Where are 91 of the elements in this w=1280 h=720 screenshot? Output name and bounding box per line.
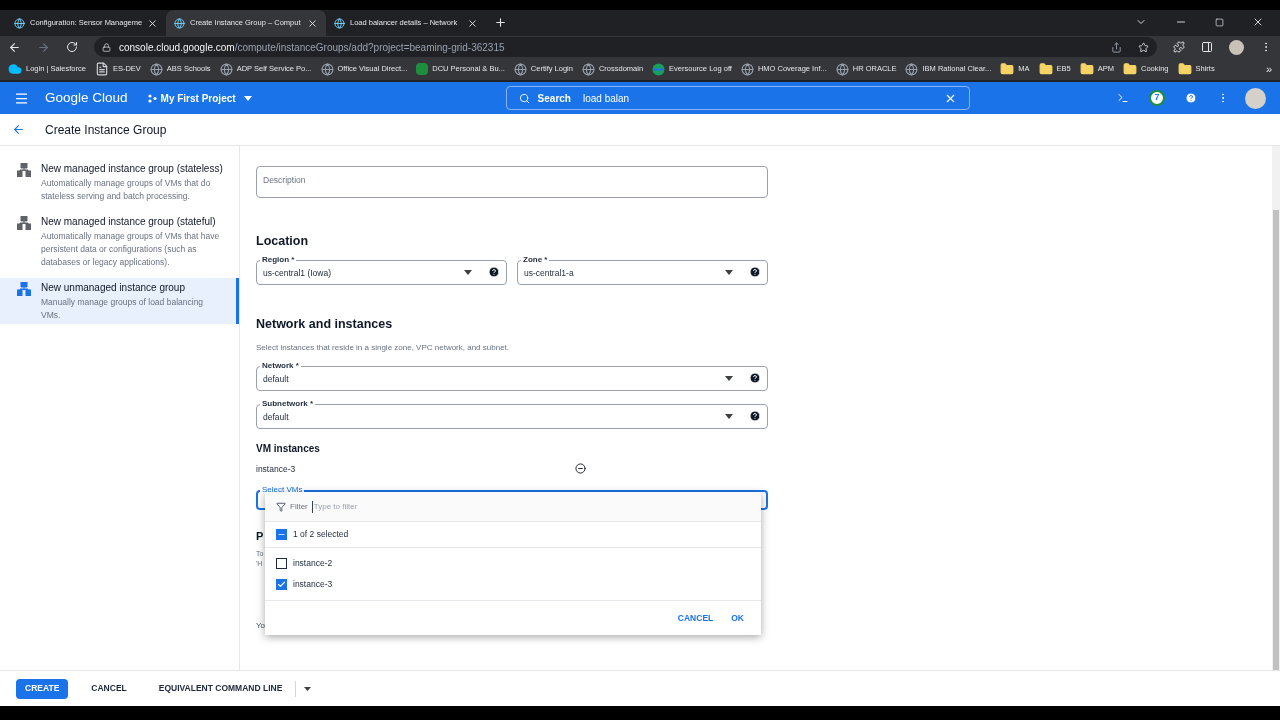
item-description: Automatically manage groups of VMs that have persistent data or configurations (such as databases or legacy applications). bbox=[41, 230, 221, 269]
remove-icon[interactable] bbox=[575, 463, 586, 475]
brand-logo[interactable]: Google Cloud bbox=[45, 87, 128, 109]
dropdown-arrow-icon bbox=[725, 269, 733, 275]
letter-icon bbox=[416, 63, 429, 75]
footer-button[interactable]: EQUIVALENT COMMAND LINE bbox=[149, 678, 292, 699]
search-icon bbox=[518, 92, 530, 104]
stripes-icon bbox=[652, 62, 666, 76]
vm-option[interactable]: instance-3 bbox=[265, 574, 761, 595]
account-avatar[interactable] bbox=[1245, 87, 1266, 109]
back-icon[interactable] bbox=[12, 123, 25, 136]
close-icon[interactable] bbox=[147, 17, 159, 29]
instance-group-icon bbox=[17, 163, 31, 177]
footer-button[interactable]: CANCEL bbox=[82, 678, 136, 699]
item-description: Manually manage groups of load balancing VMs. bbox=[41, 296, 205, 322]
dropdown-arrow-icon bbox=[725, 413, 733, 419]
bookmark-star-icon[interactable] bbox=[1138, 41, 1149, 53]
forward-icon[interactable] bbox=[37, 40, 50, 54]
tab-favicon-icon bbox=[174, 17, 185, 29]
vm-option[interactable]: instance-2 bbox=[265, 553, 761, 574]
share-icon[interactable] bbox=[1111, 41, 1122, 53]
dialog-button[interactable]: OK bbox=[731, 611, 744, 625]
globe-icon bbox=[219, 62, 233, 76]
section-heading: Network and instances bbox=[256, 315, 394, 333]
globe-icon bbox=[513, 62, 527, 76]
globe-icon bbox=[905, 62, 919, 76]
sidebar-item[interactable]: New managed instance group (stateful) Automatically manage groups of VMs that have persistent data or configurations (such as databases or legacy applications). bbox=[0, 212, 239, 271]
menu-icon[interactable] bbox=[14, 90, 29, 106]
globe-icon bbox=[740, 62, 754, 76]
search-field[interactable]: Search load balan bbox=[505, 86, 970, 110]
filter-icon bbox=[276, 501, 286, 512]
notification-count[interactable]: 7 bbox=[1149, 90, 1165, 106]
item-title: New unmanaged instance group bbox=[41, 281, 186, 295]
cloud-icon bbox=[8, 62, 22, 76]
profile-avatar[interactable] bbox=[1229, 39, 1244, 55]
vm-instance: instance-3 bbox=[256, 462, 297, 476]
close-window-icon[interactable] bbox=[1252, 16, 1264, 28]
section-heading: Location bbox=[256, 233, 310, 250]
caret-icon bbox=[243, 95, 252, 101]
folder-icon bbox=[1000, 62, 1015, 76]
sidebar-item[interactable]: New managed instance group (stateless) Automatically manage groups of VMs that do stateless serving and batch processing. bbox=[0, 159, 239, 205]
project-dots-icon bbox=[147, 93, 157, 103]
sidebar-item[interactable]: New unmanaged instance group Manually manage groups of load balancing VMs. bbox=[0, 278, 239, 324]
folder-icon bbox=[1122, 62, 1137, 76]
dropdown-arrow-icon bbox=[464, 269, 472, 275]
subsection-heading: VM instances bbox=[256, 441, 321, 456]
terminal-icon[interactable] bbox=[1117, 92, 1129, 104]
url-text: console.cloud.google.com/compute/instanceGroups/add?project=beaming-grid-362315 bbox=[119, 40, 505, 55]
more-bookmarks[interactable]: » bbox=[1265, 60, 1272, 78]
checkbox[interactable] bbox=[276, 579, 287, 590]
tab-favicon-icon bbox=[14, 17, 25, 29]
lock-icon bbox=[102, 42, 111, 52]
folder-icon bbox=[1079, 62, 1094, 76]
page-title: Create Instance Group bbox=[45, 121, 167, 139]
instance-group-icon bbox=[17, 282, 31, 296]
close-icon[interactable] bbox=[467, 17, 478, 29]
project-picker[interactable]: My First Project bbox=[147, 90, 252, 106]
item-title: New managed instance group (stateful) bbox=[41, 215, 217, 229]
side-panel-icon[interactable] bbox=[1201, 41, 1213, 53]
check-icon bbox=[277, 580, 286, 589]
item-title: New managed instance group (stateless) bbox=[41, 162, 224, 176]
folder-icon bbox=[1038, 62, 1053, 76]
extensions-icon[interactable] bbox=[1173, 41, 1185, 53]
instance-group-icon bbox=[17, 216, 31, 230]
globe-icon bbox=[149, 62, 163, 76]
globe-icon bbox=[835, 62, 849, 76]
select-all-checkbox[interactable] bbox=[276, 529, 287, 540]
dropdown-arrow-icon bbox=[725, 375, 733, 381]
create-button[interactable]: CREATE bbox=[16, 678, 69, 699]
close-icon[interactable] bbox=[307, 17, 318, 29]
section-hint: Select instances that reside in a single zone, VPC network, and subnet. bbox=[256, 341, 511, 354]
reload-icon[interactable] bbox=[66, 41, 78, 53]
selection-summary: 1 of 2 selected bbox=[293, 528, 349, 541]
section-text: Yo bbox=[256, 619, 266, 632]
back-icon[interactable] bbox=[8, 40, 21, 54]
scrollbar-thumb[interactable] bbox=[1273, 210, 1279, 670]
globe-icon bbox=[581, 62, 595, 76]
filter-field[interactable]: Filter Type to filter bbox=[265, 492, 761, 522]
address-bar[interactable]: console.cloud.google.com/compute/instanceGroups/add?project=beaming-grid-362315 bbox=[94, 37, 1157, 57]
globe-icon bbox=[320, 62, 334, 76]
item-description: Automatically manage groups of VMs that do stateless serving and batch processing. bbox=[41, 177, 212, 203]
page-icon bbox=[94, 62, 109, 76]
caret-icon[interactable] bbox=[304, 686, 312, 691]
folder-icon bbox=[1177, 62, 1192, 76]
section-heading: P bbox=[256, 529, 263, 545]
new-tab-icon[interactable] bbox=[494, 16, 507, 29]
tab-favicon-icon bbox=[334, 17, 345, 29]
description-field[interactable]: Description bbox=[256, 166, 768, 198]
dialog-button[interactable]: CANCEL bbox=[677, 611, 714, 625]
restore-icon[interactable] bbox=[1215, 17, 1224, 27]
checkbox[interactable] bbox=[276, 558, 287, 569]
